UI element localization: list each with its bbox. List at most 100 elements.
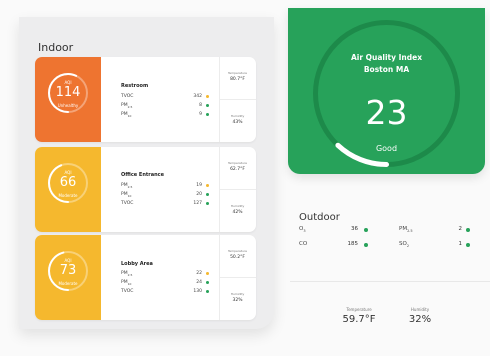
aqi-gauge: AQI 114 Unhealthy	[45, 70, 91, 116]
pollutant-value: 1	[458, 241, 463, 247]
metric-sub: 2.5	[127, 272, 133, 277]
metric-label: TVOC	[121, 201, 134, 206]
outdoor-temperature-label: Temperature	[346, 307, 372, 312]
status-dot-icon	[206, 104, 209, 107]
metric-row: PM10 20	[121, 192, 211, 198]
status-dot-icon	[364, 243, 368, 247]
status-dot-icon	[206, 272, 209, 275]
aqi-status: Moderate	[58, 193, 78, 198]
metric-label: PM	[121, 192, 128, 197]
pollutant-name: SO	[399, 241, 407, 247]
status-dot-icon	[206, 113, 209, 116]
metric-row: TVOC 342	[121, 94, 211, 100]
metric-label: PM	[121, 112, 128, 117]
aqi-title: Air Quality Index	[350, 53, 423, 62]
pollutant-value: 36	[351, 226, 358, 232]
pollutant-value: 185	[347, 241, 359, 247]
outdoor-humidity-label: Humidity	[410, 307, 430, 312]
metric-value: 342	[193, 94, 202, 99]
aqi-gauge: AQI 66 Moderate	[45, 160, 91, 206]
metric-value: 8	[199, 103, 202, 108]
location-name: Restroom	[121, 83, 149, 89]
pollutant-value: 2	[458, 226, 463, 232]
metric-label: TVOC	[121, 94, 134, 99]
temperature-label: Temperature	[227, 71, 247, 75]
location-card-office-entrance[interactable]: AQI 66 Moderate Office Entrance PM2.5 19…	[35, 147, 256, 232]
pollutant-label: PM2.5	[399, 226, 413, 233]
status-dot-icon	[206, 202, 209, 205]
pollutant-label: SO2	[399, 241, 409, 248]
aqi-value: 66	[59, 175, 77, 190]
aqi-value: 23	[365, 93, 408, 132]
status-dot-icon	[206, 95, 209, 98]
temperature-label: Temperature	[227, 161, 247, 165]
status-dot-icon	[206, 290, 209, 293]
outdoor-humidity-value: 32%	[408, 314, 432, 325]
metric-sub: 10	[127, 113, 132, 118]
metric-sub: 10	[127, 281, 132, 286]
humidity-value: 42%	[232, 210, 243, 215]
temperature-value: 80.7°F	[230, 77, 245, 82]
metric-row: PM2.5 8	[121, 103, 211, 109]
air-quality-index-card[interactable]: Air Quality Index Boston MA 23 Good	[288, 8, 485, 174]
status-dot-icon	[206, 184, 209, 187]
humidity-label: Humidity	[230, 292, 245, 296]
humidity-value: 43%	[232, 120, 243, 125]
humidity-value: 32%	[232, 298, 243, 303]
aqi-status: Good	[375, 144, 398, 153]
aqi-city: Boston MA	[363, 65, 410, 74]
aqi-panel: AQI 66 Moderate	[35, 147, 101, 232]
location-card-restroom[interactable]: AQI 114 Unhealthy Restroom TVOC 342 PM2.…	[35, 57, 256, 142]
metric-value: 20	[196, 192, 202, 197]
temperature-label: Temperature	[227, 249, 247, 253]
pollutant-label: CO	[299, 241, 307, 248]
location-card-lobby-area[interactable]: AQI 73 Moderate Lobby Area PM2.5 22 PM10…	[35, 235, 256, 320]
pollutant-name: CO	[299, 241, 308, 247]
metric-row: TVOC 130	[121, 289, 211, 295]
metric-row: PM2.5 22	[121, 271, 211, 277]
location-name: Office Entrance	[121, 172, 165, 178]
status-dot-icon	[466, 243, 470, 247]
outdoor-temperature-value: 59.7°F	[342, 314, 376, 325]
divider	[219, 189, 256, 190]
metric-label: TVOC	[121, 289, 134, 294]
pollutant-sub: 2	[406, 244, 410, 249]
metric-value: 9	[199, 112, 202, 117]
divider	[219, 277, 256, 278]
status-dot-icon	[466, 228, 470, 232]
pollutant-name: PM	[399, 226, 408, 232]
metric-label: PM	[121, 271, 128, 276]
metric-value: 19	[196, 183, 202, 188]
location-name: Lobby Area	[121, 261, 153, 267]
humidity-label: Humidity	[230, 114, 245, 118]
aqi-value: 114	[55, 85, 81, 100]
status-dot-icon	[206, 281, 209, 284]
metric-value: 24	[196, 280, 202, 285]
indoor-title: Indoor	[38, 41, 74, 54]
metric-value: 22	[196, 271, 202, 276]
metric-row: PM2.5 19	[121, 183, 211, 189]
aqi-panel: AQI 114 Unhealthy	[35, 57, 101, 142]
pollutant-sub: 2.5	[407, 229, 413, 234]
metric-label: PM	[121, 280, 128, 285]
metric-value: 127	[193, 201, 202, 206]
divider	[219, 99, 256, 100]
pollutant-label: O3	[299, 226, 306, 233]
temperature-value: 62.7°F	[230, 167, 245, 172]
aqi-panel: AQI 73 Moderate	[35, 235, 101, 320]
metric-label: PM	[121, 183, 128, 188]
metric-sub: 2.5	[127, 104, 133, 109]
metric-value: 130	[193, 289, 202, 294]
aqi-gauge: AQI 73 Moderate	[45, 248, 91, 294]
metric-sub: 2.5	[127, 184, 133, 189]
aqi-value: 73	[59, 263, 77, 278]
metric-row: PM10 24	[121, 280, 211, 286]
metric-label: PM	[121, 103, 128, 108]
aqi-status: Moderate	[58, 281, 78, 286]
status-dot-icon	[206, 193, 209, 196]
outdoor-title: Outdoor	[299, 212, 340, 223]
temperature-value: 50.2°F	[230, 255, 245, 260]
divider	[290, 281, 490, 282]
metric-row: PM10 9	[121, 112, 211, 118]
pollutant-sub: 3	[303, 229, 306, 234]
